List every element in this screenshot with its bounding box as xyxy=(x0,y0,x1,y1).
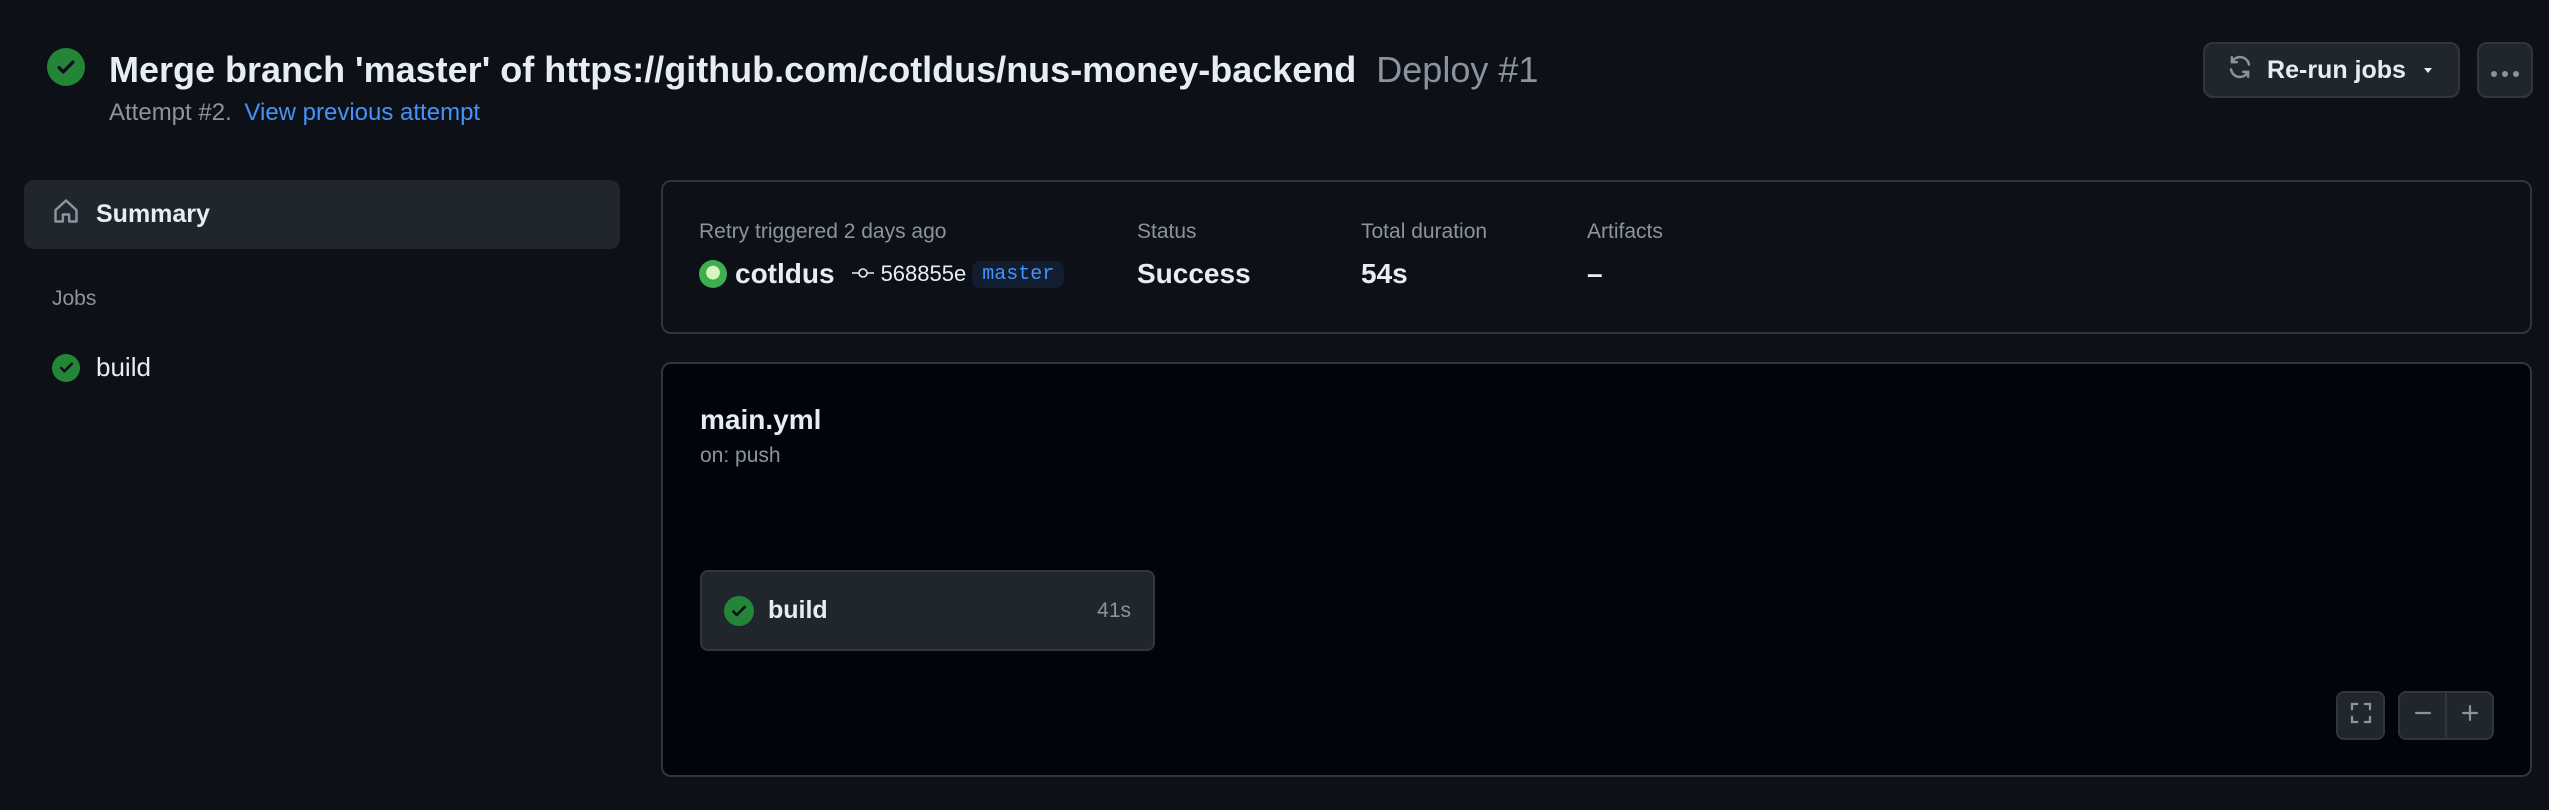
workflow-run-name: Deploy #1 xyxy=(1376,49,1539,90)
workflow-trigger: on: push xyxy=(700,444,781,467)
artifacts-label: Artifacts xyxy=(1587,220,1663,243)
status-info: Status Success xyxy=(1137,220,1251,290)
commit-link[interactable]: 568855e xyxy=(851,261,967,287)
home-icon xyxy=(52,197,80,232)
duration-info: Total duration 54s xyxy=(1361,220,1487,290)
trigger-details: cotldus 568855e master xyxy=(699,258,1065,290)
zoom-out-button[interactable] xyxy=(2400,693,2445,738)
zoom-controls xyxy=(2398,691,2494,740)
artifacts-value: – xyxy=(1587,258,1603,289)
attempt-info: Attempt #2. View previous attempt xyxy=(109,97,480,129)
zoom-in-button[interactable] xyxy=(2445,693,2492,738)
sidebar-item-label: Summary xyxy=(96,200,210,228)
rerun-jobs-button[interactable]: Re-run jobs xyxy=(2203,42,2460,98)
commit-title: Merge branch 'master' of https://github.… xyxy=(109,49,1357,90)
kebab-horizontal-icon xyxy=(2490,56,2520,85)
jobs-heading: Jobs xyxy=(52,287,97,310)
fullscreen-button[interactable] xyxy=(2336,691,2385,740)
actor-link[interactable]: cotldus xyxy=(735,258,835,290)
artifacts-info: Artifacts – xyxy=(1587,220,1663,290)
sidebar-job-build[interactable]: build xyxy=(52,352,151,383)
branch-badge[interactable]: master xyxy=(972,260,1065,288)
duration-value: 54s xyxy=(1361,258,1408,289)
run-header: Merge branch 'master' of https://github.… xyxy=(0,0,2549,170)
more-options-button[interactable] xyxy=(2477,42,2533,98)
success-check-icon xyxy=(724,595,754,626)
triangle-down-icon xyxy=(2420,56,2436,85)
page-title: Merge branch 'master' of https://github.… xyxy=(109,46,1538,94)
workflow-graph: main.yml on: push build 41s xyxy=(661,362,2532,777)
sidebar-item-summary[interactable]: Summary xyxy=(24,180,620,249)
dash-icon xyxy=(2412,702,2434,729)
workflow-file-name: main.yml xyxy=(700,404,822,435)
status-label: Status xyxy=(1137,220,1197,243)
attempt-label: Attempt #2. xyxy=(109,99,232,126)
duration-label: Total duration xyxy=(1361,220,1488,243)
rerun-jobs-label: Re-run jobs xyxy=(2267,55,2406,84)
job-card-name: build xyxy=(768,596,828,624)
screen-full-icon xyxy=(2349,701,2373,730)
git-commit-icon xyxy=(851,261,875,287)
status-value: Success xyxy=(1137,258,1251,289)
success-check-icon xyxy=(52,353,80,382)
commit-sha: 568855e xyxy=(880,261,967,286)
plus-icon xyxy=(2459,702,2481,729)
trigger-label: Retry triggered 2 days ago xyxy=(699,220,947,243)
sidebar-job-label: build xyxy=(96,352,151,382)
view-previous-attempt-link[interactable]: View previous attempt xyxy=(244,99,480,126)
trigger-info: Retry triggered 2 days ago cotldus 56885… xyxy=(699,220,1065,290)
run-info-panel: Retry triggered 2 days ago cotldus 56885… xyxy=(661,180,2532,334)
success-check-icon xyxy=(47,48,85,86)
job-card-duration: 41s xyxy=(1097,598,1131,622)
avatar xyxy=(699,260,727,288)
sync-icon xyxy=(2227,54,2253,87)
job-card-build[interactable]: build 41s xyxy=(700,570,1155,651)
